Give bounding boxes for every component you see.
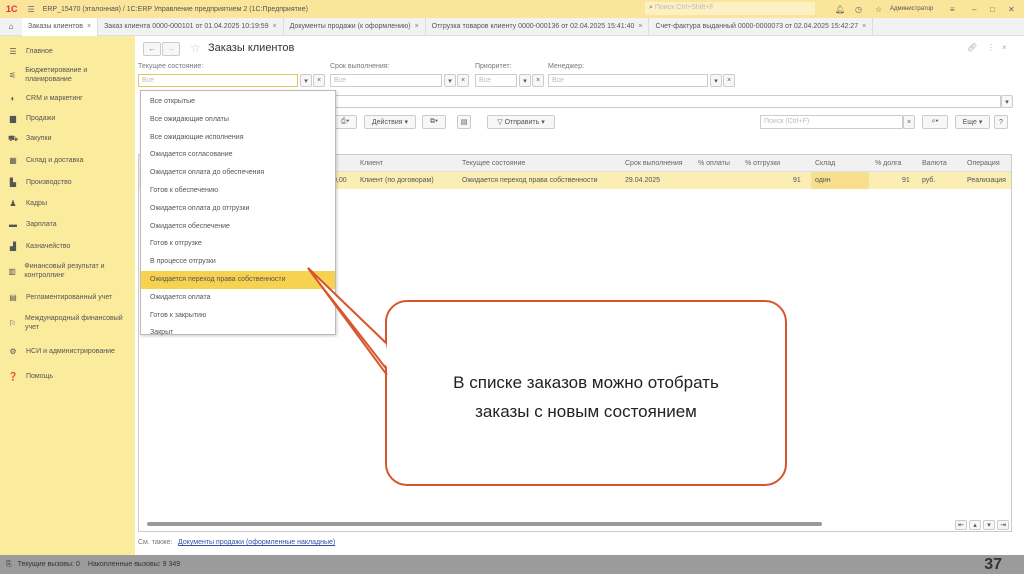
status-bar: ⎘ Текущие вызовы: 0 Накопленные вызовы: …: [0, 555, 1024, 574]
accumulated-calls: Накопленные вызовы: 9 349: [87, 561, 181, 568]
current-calls: Текущие вызовы: 0: [17, 561, 80, 568]
callout-pointer-mask: [307, 267, 391, 376]
calls-icon: ⎘: [6, 560, 12, 568]
slide-number: 37: [984, 556, 1002, 573]
scroll-up-button[interactable]: ▴: [969, 520, 981, 530]
scroll-last-button[interactable]: ⇥: [997, 520, 1009, 530]
table-nav-buttons: ⇤ ▴ ▾ ⇥: [955, 520, 1009, 530]
scroll-down-button[interactable]: ▾: [983, 520, 995, 530]
scroll-first-button[interactable]: ⇤: [955, 520, 967, 530]
